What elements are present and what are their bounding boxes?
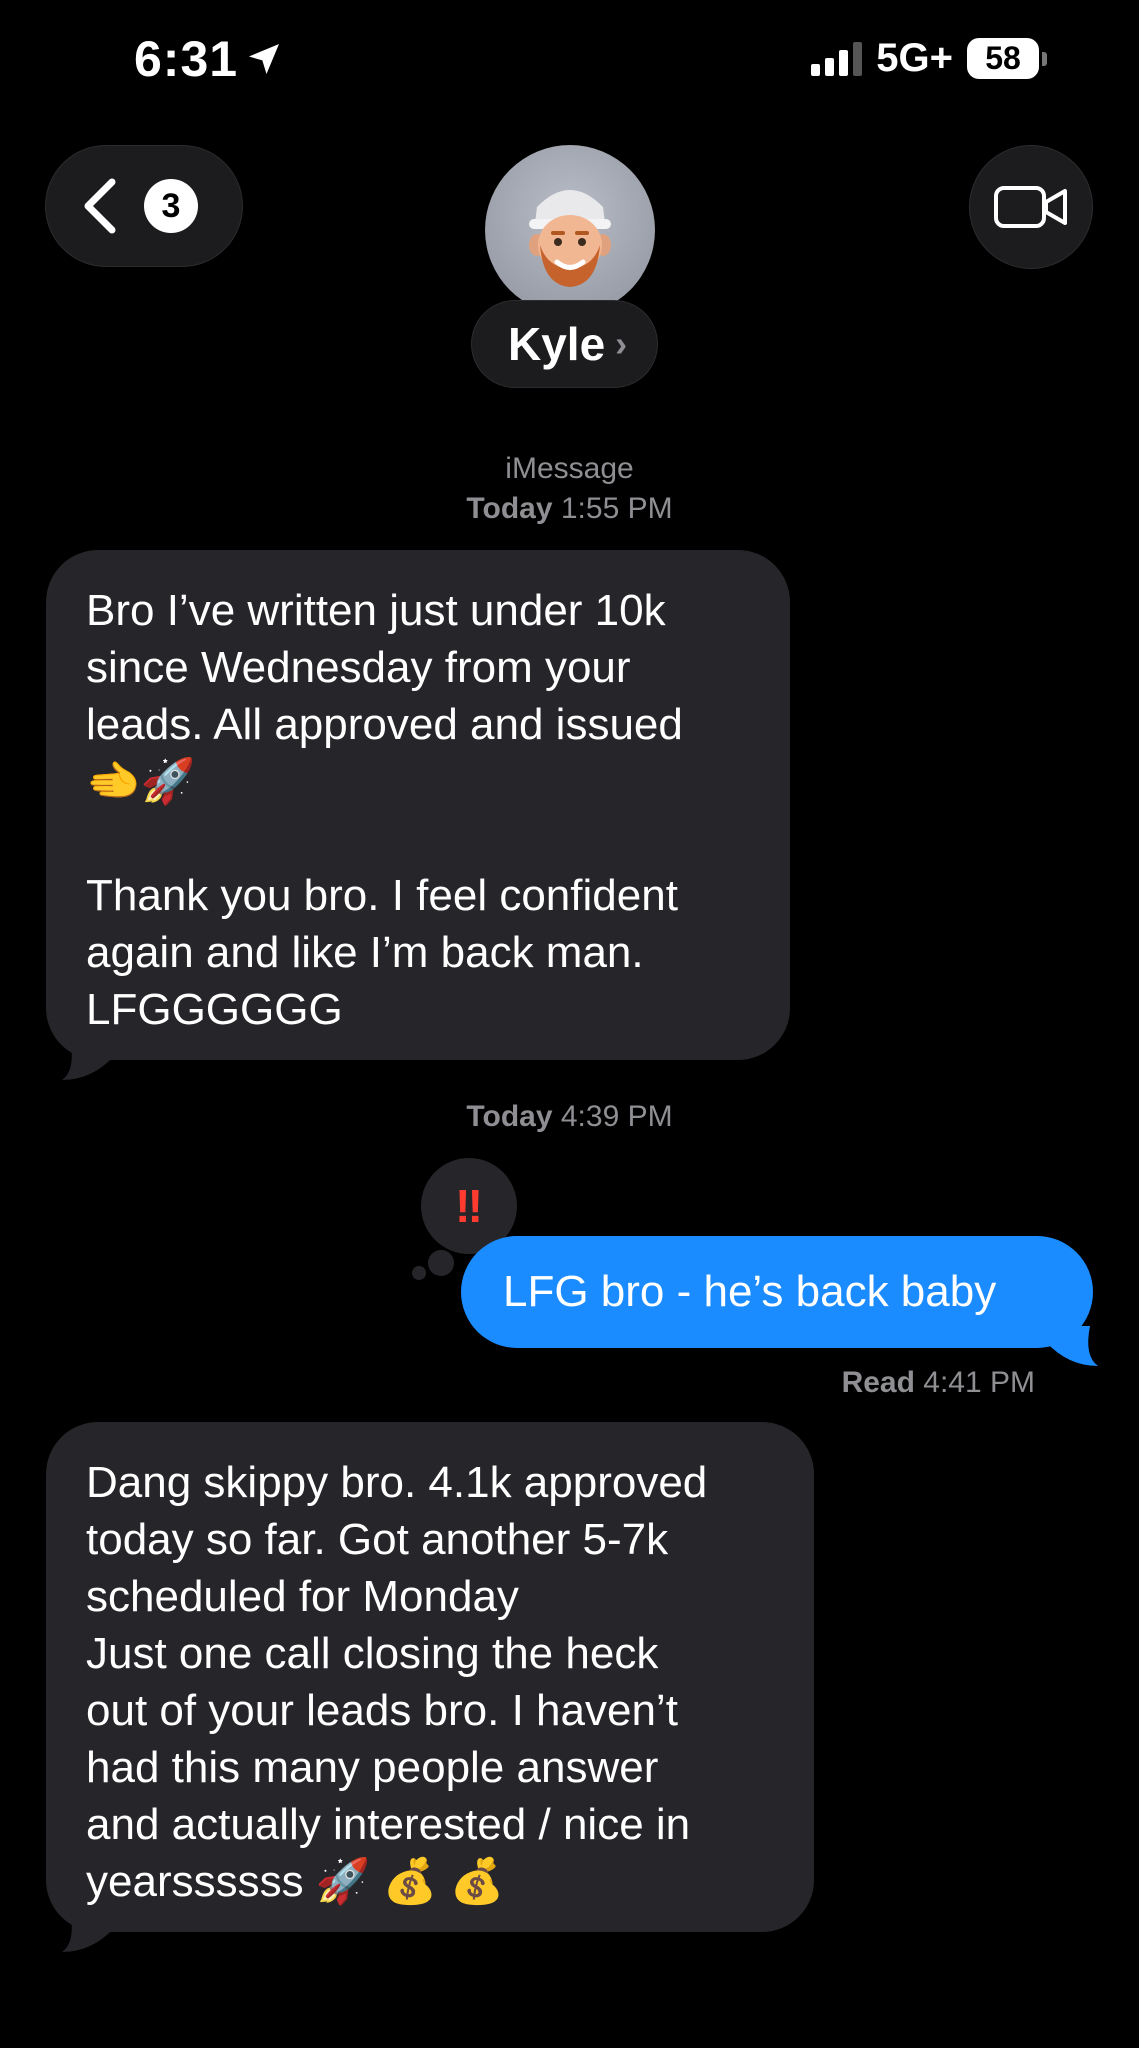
timestamp-1: Today 1:55 PM	[0, 492, 1139, 526]
contact-name-button[interactable]: Kyle ›	[471, 300, 659, 388]
back-button[interactable]: 3	[45, 145, 243, 267]
outgoing-message-text: LFG bro - he’s back baby	[503, 1267, 997, 1316]
battery-level: 58	[967, 38, 1039, 79]
video-camera-icon	[994, 186, 1067, 228]
read-time: 4:41 PM	[923, 1366, 1035, 1399]
timestamp-1-day: Today	[466, 492, 553, 525]
memoji-avatar	[529, 190, 611, 287]
message-bubble-outgoing[interactable]: LFG bro - he’s back baby	[461, 1236, 1093, 1348]
timestamp-2: Today 4:39 PM	[0, 1100, 1139, 1134]
status-time-text: 6:31	[134, 31, 239, 87]
contact-name: Kyle	[508, 318, 606, 370]
read-receipt: Read 4:41 PM	[842, 1366, 1035, 1400]
status-time: 6:31	[134, 30, 284, 88]
bubble-tail	[62, 1912, 114, 1952]
timestamp-2-day: Today	[466, 1100, 553, 1133]
tapback-bubble-dot-small	[412, 1266, 426, 1280]
facetime-video-button[interactable]	[969, 145, 1093, 269]
location-arrow-icon	[249, 44, 280, 74]
service-label: iMessage	[505, 452, 634, 485]
read-label: Read	[841, 1366, 915, 1399]
timestamp-2-time: 4:39 PM	[560, 1100, 673, 1133]
chevron-right-icon: ›	[615, 323, 628, 364]
network-type: 5G+	[876, 36, 953, 80]
status-indicators: 5G+ 58	[811, 36, 1047, 81]
contact-avatar[interactable]	[485, 145, 655, 315]
battery-icon: 58	[967, 38, 1047, 79]
timestamp-1-time: 1:55 PM	[560, 492, 673, 525]
bubble-tail-outgoing	[1046, 1326, 1098, 1366]
message-bubble-incoming[interactable]: Dang skippy bro. 4.1k approved today so …	[46, 1422, 814, 1932]
message-bubble-incoming[interactable]: Bro I’ve written just under 10k since We…	[46, 550, 790, 1060]
back-chevron-icon	[84, 178, 116, 234]
tapback-bubble-dot	[428, 1250, 454, 1276]
bubble-tail	[62, 1040, 114, 1080]
tapback-glyph: ‼	[455, 1180, 483, 1232]
unread-badge: 3	[144, 179, 198, 233]
signal-icon	[811, 41, 863, 76]
